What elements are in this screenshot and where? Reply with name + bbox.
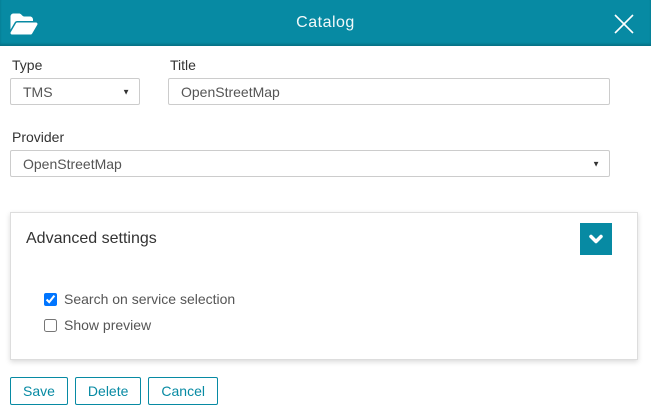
checkbox-option[interactable]: Search on service selection xyxy=(44,291,235,308)
dialog-header: Catalog xyxy=(0,0,651,46)
close-icon xyxy=(610,10,638,38)
provider-select-value: OpenStreetMap xyxy=(23,156,122,172)
chevron-down-icon xyxy=(588,231,604,247)
cancel-button[interactable]: Cancel xyxy=(148,377,218,405)
advanced-settings-toggle-button[interactable] xyxy=(580,223,612,255)
provider-label: Provider xyxy=(12,129,610,145)
title-input[interactable] xyxy=(168,78,610,105)
type-select[interactable]: TMS ▼ xyxy=(10,78,140,105)
type-select-value: TMS xyxy=(23,84,53,100)
delete-button[interactable]: Delete xyxy=(75,377,141,405)
folder-open-icon xyxy=(8,11,40,37)
dropdown-arrow-icon: ▼ xyxy=(122,87,130,96)
title-label: Title xyxy=(170,57,610,73)
option-checkbox[interactable] xyxy=(44,319,57,332)
advanced-options: Search on service selection Show preview xyxy=(11,261,637,334)
advanced-settings-panel: Advanced settings Search on service sele… xyxy=(10,212,638,360)
option-label: Show preview xyxy=(64,317,151,334)
dialog-footer: Save Delete Cancel xyxy=(10,377,641,405)
close-button[interactable] xyxy=(609,9,639,39)
advanced-settings-title: Advanced settings xyxy=(26,230,157,248)
dropdown-arrow-icon: ▼ xyxy=(592,159,600,168)
catalog-form: Type TMS ▼ Title Provider OpenStreetMap … xyxy=(0,46,651,405)
provider-select[interactable]: OpenStreetMap ▼ xyxy=(10,150,610,177)
option-checkbox[interactable] xyxy=(44,293,57,306)
dialog-title: Catalog xyxy=(0,14,651,32)
advanced-settings-header: Advanced settings xyxy=(11,213,637,261)
option-label: Search on service selection xyxy=(64,291,235,308)
type-label: Type xyxy=(12,57,140,73)
save-button[interactable]: Save xyxy=(10,377,68,405)
checkbox-option[interactable]: Show preview xyxy=(44,317,151,334)
